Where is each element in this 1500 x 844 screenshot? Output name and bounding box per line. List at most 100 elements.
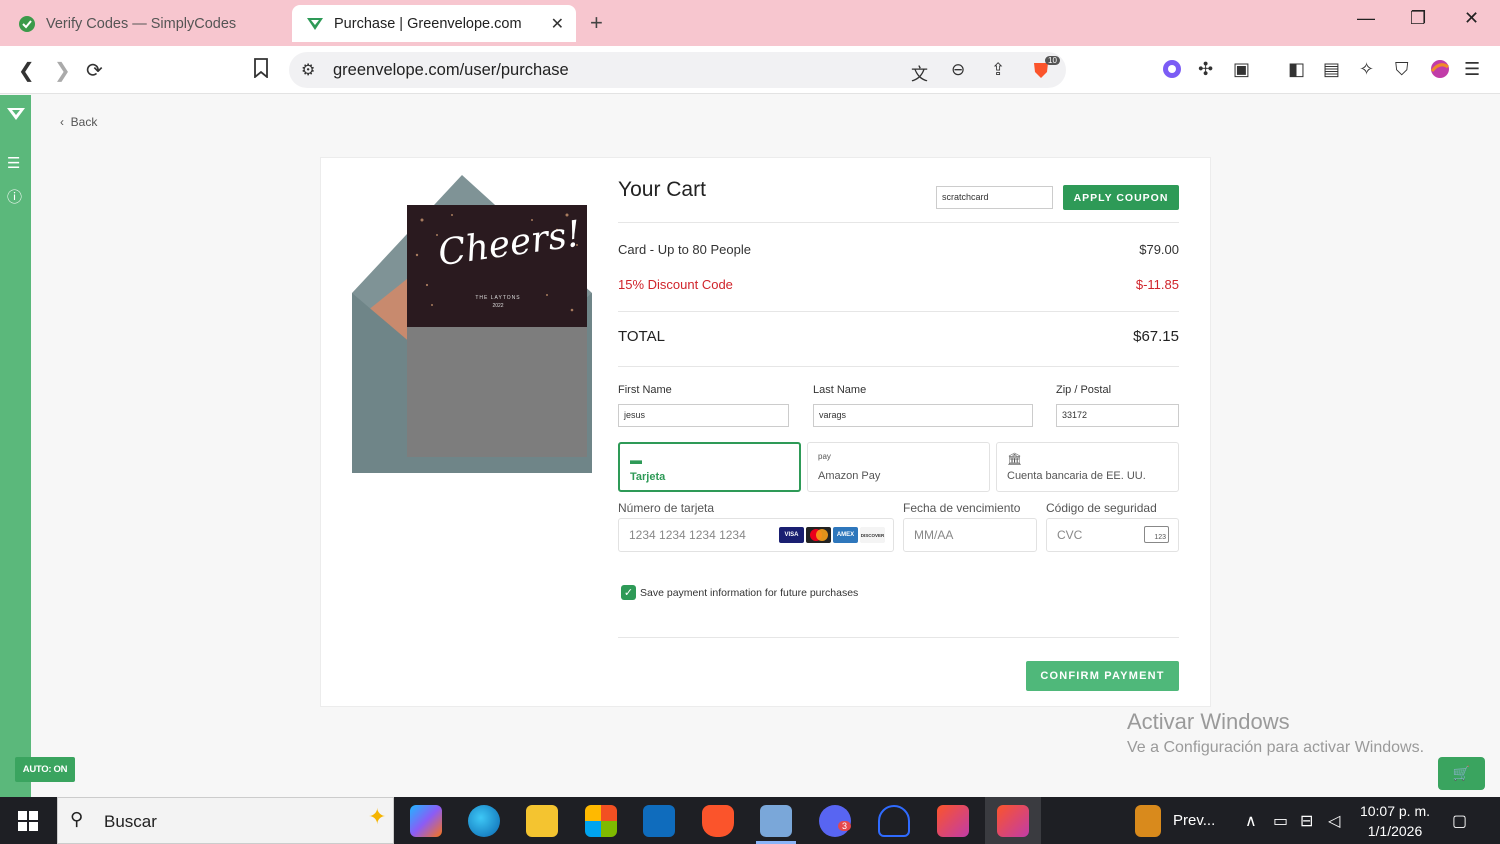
bookmark-icon[interactable] (253, 58, 269, 84)
window-close-icon[interactable]: ✕ (1464, 8, 1479, 29)
auto-on-badge[interactable]: AUTO: ON (15, 757, 75, 782)
extension-sidebar: ☰ ⓘ (0, 95, 31, 797)
hamburger-menu-icon[interactable]: ☰ (7, 154, 20, 172)
payment-tab-amazon-pay[interactable]: pay Amazon Pay (807, 442, 990, 492)
amex-icon: AMEX (833, 527, 858, 543)
card-number-label: Número de tarjeta (618, 501, 715, 515)
divider (618, 222, 1179, 223)
first-name-label: First Name (618, 384, 672, 396)
activate-windows-watermark: Activar Windows Ve a Configuración para … (1127, 709, 1425, 756)
save-payment-label: Save payment information for future purc… (640, 586, 859, 599)
tab-close-icon[interactable]: ✕ (551, 14, 564, 34)
confirm-payment-button[interactable]: CONFIRM PAYMENT (1026, 661, 1179, 691)
divider (618, 311, 1179, 312)
copilot-app-icon[interactable] (410, 805, 442, 837)
save-payment-row[interactable]: ✓ Save payment information for future pu… (621, 585, 858, 600)
notifications-icon[interactable]: ▢ (1452, 811, 1467, 831)
show-hidden-icons-icon[interactable]: ∧ (1245, 811, 1257, 831)
back-arrow-icon[interactable]: ❮ (18, 58, 35, 83)
microsoft-store-icon[interactable] (585, 805, 617, 837)
last-name-input[interactable]: varags (813, 404, 1033, 427)
apply-coupon-button[interactable]: APPLY COUPON (1063, 185, 1179, 210)
shield-count-badge: 10 (1045, 56, 1060, 65)
reader-icon[interactable]: ▣ (1233, 59, 1250, 80)
tab-title: Verify Codes — SimplyCodes (46, 15, 237, 32)
file-explorer-icon[interactable] (526, 805, 558, 837)
url-text: greenvelope.com/user/purchase (333, 61, 569, 79)
greenvelope-logo-icon[interactable] (7, 107, 25, 125)
save-payment-checkbox[interactable]: ✓ (621, 585, 636, 600)
leo-ai-icon[interactable] (1162, 59, 1182, 84)
network-app-icon[interactable] (760, 805, 792, 837)
preview-app-icon[interactable] (1135, 805, 1161, 837)
line-item-value: $79.00 (1139, 242, 1179, 257)
camera-icon[interactable]: ▭ (1273, 811, 1288, 831)
translate-icon[interactable]: 文 (911, 60, 928, 85)
sidebar-icon[interactable]: ◧ (1288, 59, 1305, 80)
invitation-preview: Cheers! THE LAYTONS 2022 (352, 175, 592, 475)
help-icon[interactable]: ⓘ (7, 186, 22, 207)
line-item-label: Card - Up to 80 People (618, 242, 751, 257)
cart-title: Your Cart (618, 178, 706, 201)
total-value: $67.15 (1133, 328, 1179, 345)
discover-icon: DISCOVER (860, 527, 885, 543)
divider (618, 637, 1179, 638)
taskbar: ⚲ Buscar ✦ 3 Prev... ∧ ▭ ⊟ ◁ 10:07 p. m.… (0, 797, 1500, 844)
windows-start-icon[interactable] (18, 811, 38, 831)
outlook-app-icon[interactable] (643, 805, 675, 837)
tab-title: Purchase | Greenvelope.com (334, 15, 522, 32)
edge-app-icon[interactable] (468, 805, 500, 837)
total-label: TOTAL (618, 328, 665, 345)
simplycodes-favicon-icon (18, 15, 36, 33)
card-year: 2022 (492, 303, 504, 309)
extensions-icon[interactable]: ✣ (1198, 59, 1213, 80)
brave-beta-app-icon[interactable] (937, 805, 969, 837)
expiry-input[interactable]: MM/AA (903, 518, 1037, 552)
discount-value: $-11.85 (1135, 277, 1179, 292)
first-name-input[interactable]: jesus (618, 404, 789, 427)
expiry-label: Fecha de vencimiento (903, 501, 1021, 515)
restore-icon[interactable]: ❐ (1410, 8, 1426, 29)
payment-tab-card[interactable]: ▬ Tarjeta (618, 442, 801, 492)
mastercard-icon (806, 527, 831, 543)
search-icon: ⚲ (70, 809, 84, 829)
cvc-label: Código de seguridad (1046, 501, 1157, 515)
share-icon[interactable]: ⇪ (991, 60, 1005, 80)
vpn-icon[interactable]: ⛉ (1395, 59, 1409, 80)
card-icon: ▬ (630, 453, 642, 467)
amazon-pay-icon: pay (818, 452, 831, 461)
new-tab-icon[interactable]: + (590, 10, 603, 36)
cart-icon[interactable]: 🛒 (1438, 757, 1485, 790)
zoom-icon[interactable]: ⊖ (951, 60, 965, 80)
reload-icon[interactable]: ⟳ (86, 58, 103, 83)
wallet-icon[interactable]: ▤ (1323, 59, 1340, 80)
address-bar[interactable]: ⚙ greenvelope.com/user/purchase 文 ⊖ ⇪ 10 (289, 52, 1066, 88)
bank-icon: 🏛 (1007, 452, 1023, 466)
volume-muted-icon[interactable]: ◁ (1328, 811, 1340, 831)
nordvpn-app-icon[interactable] (878, 805, 910, 837)
sparkle-icon[interactable]: ✧ (1359, 59, 1374, 80)
site-settings-icon[interactable]: ⚙ (301, 60, 315, 80)
zip-input[interactable]: 33172 (1056, 404, 1179, 427)
profile-avatar-icon[interactable] (1430, 59, 1450, 84)
payment-tab-bank[interactable]: 🏛 Cuenta bancaria de EE. UU. (996, 442, 1179, 492)
last-name-label: Last Name (813, 384, 867, 396)
minimize-icon[interactable]: — (1357, 8, 1375, 29)
chevron-left-icon: ‹ (60, 115, 64, 129)
brave-nightly-app-icon[interactable] (997, 805, 1029, 837)
cvc-card-icon: 123 (1144, 526, 1169, 543)
forward-arrow-icon[interactable]: ❯ (54, 58, 71, 83)
menu-icon[interactable]: ☰ (1464, 59, 1480, 80)
tab-purchase[interactable]: Purchase | Greenvelope.com ✕ (292, 5, 576, 42)
brave-app-icon[interactable] (702, 805, 734, 837)
preview-app-label[interactable]: Prev... (1173, 812, 1215, 829)
card-brand-logos: VISA AMEX DISCOVER (779, 527, 885, 543)
network-icon[interactable]: ⊟ (1300, 811, 1313, 831)
taskbar-search[interactable]: ⚲ Buscar ✦ (57, 797, 394, 844)
tab-verify-codes[interactable]: Verify Codes — SimplyCodes (4, 5, 286, 42)
system-clock[interactable]: 10:07 p. m. 1/1/2026 (1352, 801, 1438, 841)
coupon-input[interactable]: scratchcard (936, 186, 1053, 209)
copilot-sparkle-icon: ✦ (368, 804, 387, 829)
zip-label: Zip / Postal (1056, 384, 1112, 396)
back-link[interactable]: ‹ Back (60, 115, 97, 129)
